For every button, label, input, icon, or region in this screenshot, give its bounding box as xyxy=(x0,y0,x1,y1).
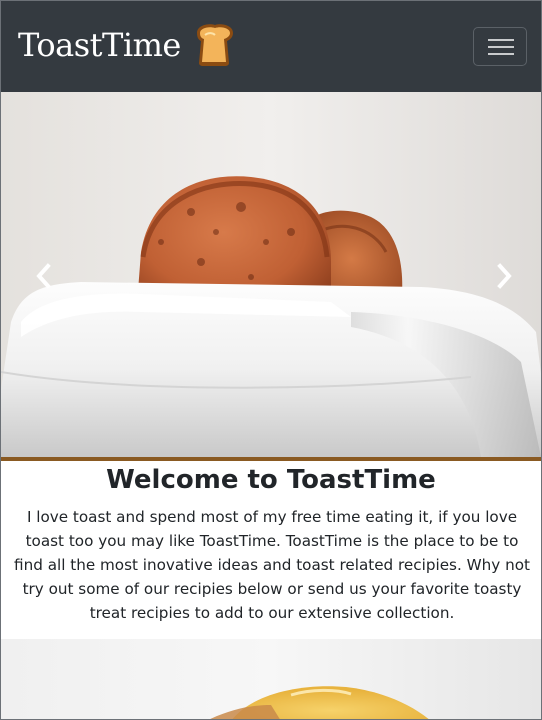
hero-carousel xyxy=(1,92,541,457)
brand-name: ToastTime xyxy=(18,26,181,64)
recipe-image xyxy=(1,639,541,719)
welcome-title: Welcome to ToastTime xyxy=(106,465,436,495)
welcome-paragraph: I love toast and spend most of my free t… xyxy=(14,508,530,622)
chevron-left-icon xyxy=(36,263,51,289)
navbar: ToastTime xyxy=(1,1,541,92)
recipe-photo xyxy=(1,639,541,719)
carousel-prev-button[interactable] xyxy=(31,262,55,290)
chevron-right-icon xyxy=(497,263,512,289)
page-frame: ToastTime Welcome to ToastTime I love to… xyxy=(0,0,542,720)
toaster-photo xyxy=(1,92,541,457)
brand-link[interactable]: ToastTime xyxy=(18,23,237,67)
navbar-toggler-button[interactable] xyxy=(473,27,527,66)
toast-icon xyxy=(196,24,233,66)
welcome-section: Welcome to ToastTime I love toast and sp… xyxy=(1,461,541,639)
carousel-next-button[interactable] xyxy=(493,262,517,290)
